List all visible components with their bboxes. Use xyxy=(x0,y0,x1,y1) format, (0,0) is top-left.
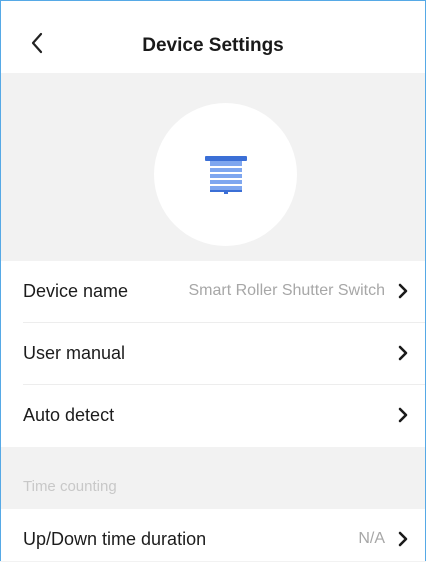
device-name-row[interactable]: Device name Smart Roller Shutter Switch xyxy=(1,261,425,323)
auto-detect-row[interactable]: Auto detect xyxy=(1,385,425,447)
device-avatar xyxy=(154,103,297,246)
chevron-right-icon xyxy=(398,407,408,423)
roller-shutter-icon xyxy=(204,155,247,194)
time-counting-section: Time counting xyxy=(1,447,425,509)
section-header: Time counting xyxy=(23,478,117,495)
chevron-right-icon xyxy=(398,345,408,361)
user-manual-label: User manual xyxy=(23,343,126,363)
up-down-duration-row[interactable]: Up/Down time duration N/A xyxy=(1,509,425,561)
user-manual-row[interactable]: User manual xyxy=(1,323,425,385)
up-down-duration-label: Up/Down time duration xyxy=(23,529,207,549)
auto-detect-label: Auto detect xyxy=(23,405,115,425)
device-name-value: Smart Roller Shutter Switch xyxy=(188,282,385,299)
device-hero xyxy=(1,73,425,261)
chevron-right-icon xyxy=(398,283,408,299)
settings-screen: Device Settings Device name Smart Roller… xyxy=(0,0,426,561)
page-title: Device Settings xyxy=(142,35,284,56)
header-bar: Device Settings xyxy=(1,1,425,73)
device-name-label: Device name xyxy=(23,281,129,301)
chevron-right-icon xyxy=(398,531,408,547)
up-down-duration-value: N/A xyxy=(358,530,385,547)
